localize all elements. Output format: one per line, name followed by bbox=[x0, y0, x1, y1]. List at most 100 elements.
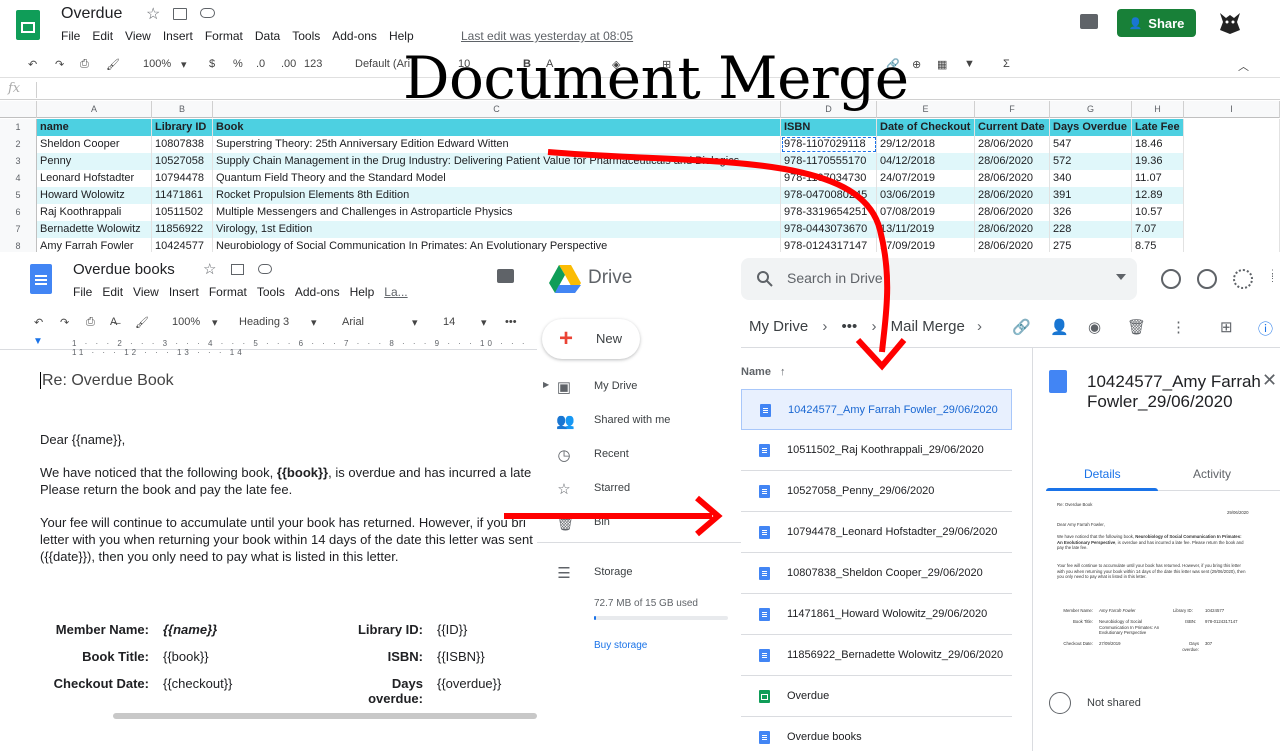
print-icon[interactable]: ⎙ bbox=[86, 316, 95, 329]
sheet-cell[interactable]: 11856922 bbox=[152, 221, 213, 238]
sheet-cell[interactable]: 978-3319654251 bbox=[781, 204, 877, 221]
column-header-b[interactable]: B bbox=[152, 101, 213, 118]
column-header-f[interactable]: F bbox=[975, 101, 1050, 118]
sheet-cell[interactable]: 12.89 bbox=[1132, 187, 1184, 204]
search-box[interactable]: Search in Drive bbox=[741, 258, 1137, 300]
sheet-cell[interactable]: 10.57 bbox=[1132, 204, 1184, 221]
print-icon[interactable]: ⎙ bbox=[80, 58, 89, 71]
file-list-item[interactable]: Overdue bbox=[741, 676, 1012, 717]
sheet-cell[interactable]: Sheldon Cooper bbox=[37, 136, 152, 153]
sheet-cell[interactable]: Multiple Messengers and Challenges in As… bbox=[213, 204, 781, 221]
sheet-cell[interactable]: 391 bbox=[1050, 187, 1132, 204]
sort-arrow-up-icon[interactable]: ↑ bbox=[780, 366, 786, 378]
sheet-cell[interactable]: 228 bbox=[1050, 221, 1132, 238]
search-input[interactable]: Search in Drive bbox=[787, 270, 883, 286]
file-list-item[interactable]: 10424577_Amy Farrah Fowler_29/06/2020 bbox=[741, 389, 1012, 430]
collapse-toolbar-icon[interactable]: ︿ bbox=[1238, 58, 1249, 74]
menu-file[interactable]: File bbox=[61, 29, 80, 43]
sheet-cell[interactable]: 978-0470080245 bbox=[781, 187, 877, 204]
currency-button[interactable]: $ bbox=[209, 58, 215, 70]
functions-icon[interactable]: Σ bbox=[1003, 58, 1010, 70]
last-edit-link[interactable]: La... bbox=[384, 285, 407, 299]
menu-addons[interactable]: Add-ons bbox=[332, 29, 377, 43]
row-number[interactable]: 5 bbox=[0, 187, 37, 204]
insert-comment-icon[interactable]: ⊕ bbox=[912, 58, 921, 71]
more-vert-icon[interactable]: ⋮ bbox=[1171, 318, 1186, 336]
redo-icon[interactable]: ↷ bbox=[60, 316, 69, 329]
sheet-cell[interactable]: 29/12/2018 bbox=[877, 136, 975, 153]
paint-format-icon[interactable]: 🖌 bbox=[135, 316, 149, 329]
redo-icon[interactable]: ↷ bbox=[55, 58, 64, 71]
menu-insert[interactable]: Insert bbox=[169, 285, 199, 299]
share-button[interactable]: 👤 Share bbox=[1117, 9, 1196, 37]
tab-activity[interactable]: Activity bbox=[1193, 467, 1231, 481]
sheet-cell[interactable]: Bernadette Wolowitz bbox=[37, 221, 152, 238]
file-list-item[interactable]: 11856922_Bernadette Wolowitz_29/06/2020 bbox=[741, 635, 1012, 676]
sheet-cell[interactable]: 28/06/2020 bbox=[975, 204, 1050, 221]
undo-icon[interactable]: ↶ bbox=[34, 316, 43, 329]
zoom-select[interactable]: 100% bbox=[172, 316, 200, 328]
sheet-cell[interactable]: 28/06/2020 bbox=[975, 136, 1050, 153]
menu-edit[interactable]: Edit bbox=[92, 29, 113, 43]
sheet-title[interactable]: Overdue bbox=[61, 5, 122, 23]
drive-logo-icon[interactable] bbox=[549, 265, 581, 293]
menu-format[interactable]: Format bbox=[209, 285, 247, 299]
sheet-cell[interactable]: Days Overdue bbox=[1050, 119, 1132, 136]
increase-decimal-button[interactable]: .00 bbox=[281, 58, 296, 70]
expand-arrow-icon[interactable]: ▶ bbox=[543, 380, 549, 389]
menu-data[interactable]: Data bbox=[255, 29, 280, 43]
search-options-icon[interactable] bbox=[1116, 274, 1126, 280]
paint-format-icon[interactable]: 🖌 bbox=[106, 58, 120, 71]
star-icon[interactable]: ☆ bbox=[203, 260, 216, 278]
doc-heading[interactable]: Re: Overdue Book bbox=[40, 372, 174, 390]
add-person-icon[interactable]: 👤 bbox=[1050, 318, 1069, 336]
chevron-down-icon[interactable]: › bbox=[977, 318, 982, 335]
sheet-cell[interactable]: Superstring Theory: 25th Anniversary Edi… bbox=[213, 136, 781, 153]
undo-icon[interactable]: ↶ bbox=[28, 58, 37, 71]
sheet-cell[interactable]: 10511502 bbox=[152, 204, 213, 221]
sheet-cell[interactable]: 28/06/2020 bbox=[975, 187, 1050, 204]
sheet-cell-empty[interactable] bbox=[1184, 204, 1280, 221]
sheet-cell[interactable]: Book bbox=[213, 119, 781, 136]
account-avatar[interactable] bbox=[1217, 10, 1243, 36]
sheet-cell[interactable]: 28/06/2020 bbox=[975, 221, 1050, 238]
menu-help[interactable]: Help bbox=[350, 285, 375, 299]
close-icon[interactable]: ✕ bbox=[1262, 370, 1277, 391]
sheet-cell[interactable]: Raj Koothrappali bbox=[37, 204, 152, 221]
sheet-cell[interactable]: 03/06/2019 bbox=[877, 187, 975, 204]
sheet-cell[interactable]: 28/06/2020 bbox=[975, 153, 1050, 170]
docs-logo-icon[interactable] bbox=[30, 264, 52, 294]
row-number[interactable]: 4 bbox=[0, 170, 37, 187]
indent-marker-icon[interactable]: ▼ bbox=[33, 336, 43, 347]
sheet-cell[interactable]: Quantum Field Theory and the Standard Mo… bbox=[213, 170, 781, 187]
menu-view[interactable]: View bbox=[125, 29, 151, 43]
sharing-status[interactable]: Not shared bbox=[1049, 692, 1267, 724]
sheet-cell[interactable]: Leonard Hofstadter bbox=[37, 170, 152, 187]
settings-gear-icon[interactable] bbox=[1233, 269, 1253, 289]
sheets-logo-icon[interactable] bbox=[16, 10, 40, 40]
file-list-item[interactable]: 10511502_Raj Koothrappali_29/06/2020 bbox=[741, 430, 1012, 471]
sheet-cell[interactable]: 978-1107034730 bbox=[781, 170, 877, 187]
cloud-status-icon[interactable] bbox=[258, 264, 272, 274]
link-icon[interactable]: 🔗 bbox=[1012, 318, 1031, 336]
sheet-cell[interactable]: 11.07 bbox=[1132, 170, 1184, 187]
zoom-select[interactable]: 100% bbox=[143, 58, 171, 70]
font-select[interactable]: Default (Ari bbox=[355, 58, 410, 70]
sheet-cell-empty[interactable] bbox=[1184, 136, 1280, 153]
tab-details[interactable]: Details bbox=[1084, 467, 1121, 481]
comments-icon[interactable] bbox=[497, 269, 514, 283]
apps-grid-icon[interactable]: ⋮⋮⋮⋮ bbox=[1268, 269, 1280, 287]
column-header-a[interactable]: A bbox=[37, 101, 152, 118]
sheet-cell[interactable]: Late Fee bbox=[1132, 119, 1184, 136]
select-all-corner[interactable] bbox=[0, 101, 37, 118]
new-button[interactable]: + New bbox=[542, 319, 640, 359]
sheet-cell[interactable]: 24/07/2019 bbox=[877, 170, 975, 187]
sheet-cell-empty[interactable] bbox=[1184, 119, 1280, 136]
sheet-cell-empty[interactable] bbox=[1184, 187, 1280, 204]
sheet-cell[interactable]: Penny bbox=[37, 153, 152, 170]
breadcrumb-my-drive[interactable]: My Drive bbox=[749, 318, 808, 335]
help-icon[interactable] bbox=[1197, 269, 1217, 289]
sheet-cell[interactable]: 13/11/2019 bbox=[877, 221, 975, 238]
sheet-cell[interactable]: 572 bbox=[1050, 153, 1132, 170]
sheet-cell[interactable]: 04/12/2018 bbox=[877, 153, 975, 170]
